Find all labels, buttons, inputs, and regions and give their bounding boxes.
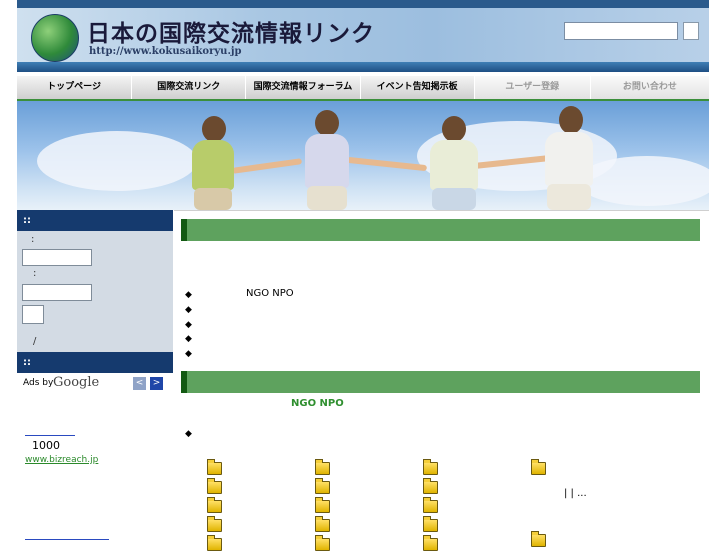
main-content: ◆ NGO NPO ◆ ◆ ◆ ◆ NGO NPO ◆ | | ... xyxy=(174,210,709,551)
search-input[interactable] xyxy=(564,22,678,40)
folder-icon[interactable] xyxy=(423,478,438,494)
site-logo-url: http://www.kokusaikoryu.jp xyxy=(89,46,242,57)
person-figure xyxy=(537,104,601,210)
ad-title-link[interactable] xyxy=(25,539,109,540)
folder-icon[interactable] xyxy=(315,478,330,494)
folder-icon[interactable] xyxy=(207,497,222,513)
section-subtitle: NGO NPO xyxy=(291,398,344,409)
section-header-bar xyxy=(181,371,700,393)
folder-icon[interactable] xyxy=(315,497,330,513)
id-label: : xyxy=(31,234,35,245)
folder-icon[interactable] xyxy=(423,459,438,475)
bullet-icon: ◆ xyxy=(185,334,192,344)
login-button[interactable] xyxy=(22,305,44,324)
globe-logo-icon[interactable] xyxy=(31,14,79,62)
nav-user-register[interactable]: ユーザー登録 xyxy=(474,76,591,99)
arm-shape xyxy=(346,156,428,172)
folder-icon[interactable] xyxy=(207,459,222,475)
ad-url-link[interactable]: www.bizreach.jp xyxy=(25,455,98,465)
hero-banner-image xyxy=(17,101,709,210)
bullet-icon: ◆ xyxy=(185,349,192,359)
nav-event-board[interactable]: イベント告知掲示板 xyxy=(360,76,475,99)
search-button[interactable] xyxy=(683,22,699,40)
ad-next-button[interactable]: > xyxy=(150,377,163,390)
folder-icon[interactable] xyxy=(315,459,330,475)
nav-contact[interactable]: お問い合わせ xyxy=(590,76,709,99)
folder-icon[interactable] xyxy=(531,459,546,475)
cloud-shape xyxy=(37,131,197,191)
folder-icon[interactable] xyxy=(531,531,546,547)
folder-icon[interactable] xyxy=(207,516,222,532)
ad-title-link[interactable] xyxy=(25,435,75,436)
password-label: : xyxy=(33,268,37,279)
site-header: 日本の国際交流情報リンク http://www.kokusaikoryu.jp xyxy=(17,0,709,72)
nav-forum[interactable]: 国際交流情報フォーラム xyxy=(246,76,361,99)
folder-icon[interactable] xyxy=(423,516,438,532)
left-sidebar: :: : : / :: Ads by Google < > 1000 www.b… xyxy=(17,210,173,545)
folder-icon[interactable] xyxy=(423,497,438,513)
login-header: :: xyxy=(17,210,173,231)
main-nav: トップページ 国際交流リンク 国際交流情報フォーラム イベント告知掲示板 ユーザ… xyxy=(17,76,709,99)
page-frame: 日本の国際交流情報リンク http://www.kokusaikoryu.jp … xyxy=(17,0,709,551)
person-figure xyxy=(182,110,242,210)
nav-exchange-links[interactable]: 国際交流リンク xyxy=(132,76,247,99)
section-header-bar xyxy=(181,219,700,241)
header-wave xyxy=(17,62,709,72)
ads-box: Ads by Google < > 1000 www.bizreach.jp xyxy=(17,373,173,545)
folder-icon[interactable] xyxy=(315,516,330,532)
password-input[interactable] xyxy=(22,284,92,301)
person-figure xyxy=(422,108,486,210)
nav-top-page[interactable]: トップページ xyxy=(17,76,133,99)
list-item[interactable]: NGO NPO xyxy=(246,288,294,299)
ad-number: 1000 xyxy=(32,439,60,452)
ads-by-label: Ads by xyxy=(23,378,54,388)
bullet-icon: ◆ xyxy=(185,320,192,330)
arm-shape xyxy=(231,158,303,174)
bullet-icon: ◆ xyxy=(185,305,192,315)
bullet-icon: ◆ xyxy=(185,290,192,300)
google-logo[interactable]: Google xyxy=(53,375,99,390)
bullet-icon: ◆ xyxy=(185,429,192,439)
user-id-input[interactable] xyxy=(22,249,92,266)
ads-header: :: xyxy=(17,352,173,373)
site-logo-title[interactable]: 日本の国際交流情報リンク xyxy=(87,14,375,48)
register-link[interactable]: / xyxy=(33,336,36,347)
header-top-band xyxy=(17,0,709,8)
ad-prev-button[interactable]: < xyxy=(133,377,146,390)
folder-icon[interactable] xyxy=(207,478,222,494)
divider xyxy=(174,210,709,211)
person-figure xyxy=(297,106,357,210)
pagination-text[interactable]: | | ... xyxy=(564,488,587,499)
